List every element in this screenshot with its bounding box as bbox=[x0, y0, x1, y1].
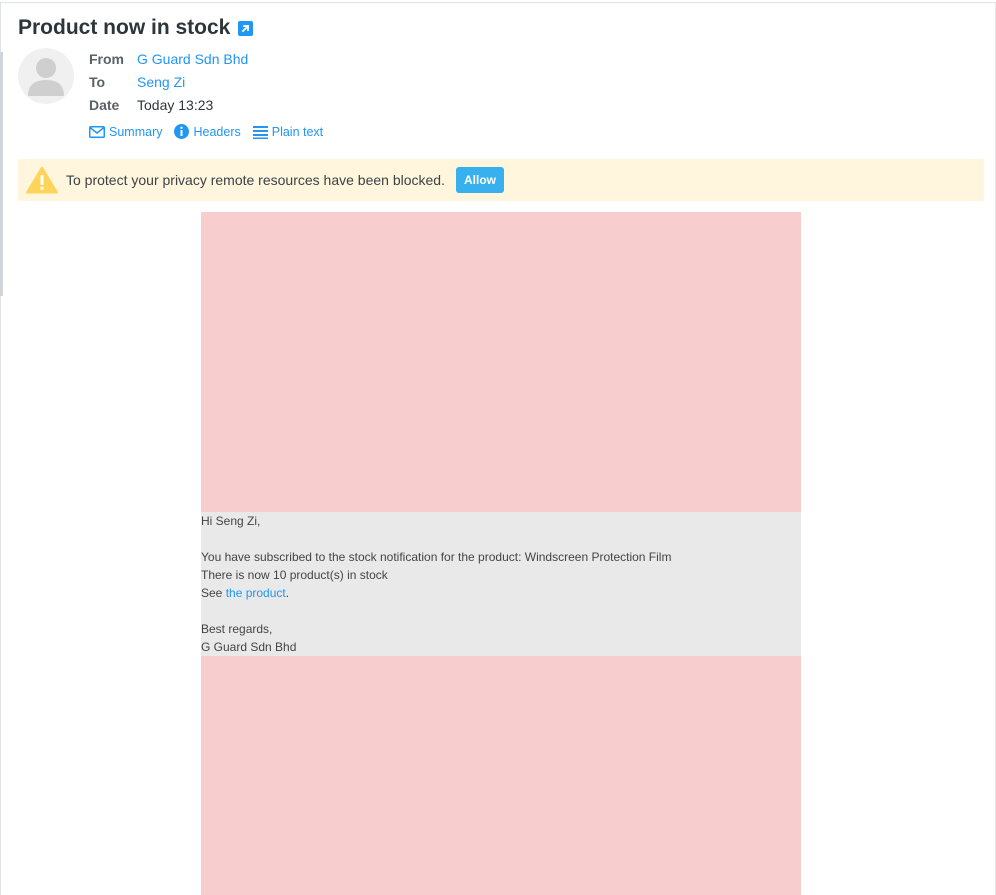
lines-icon bbox=[252, 125, 268, 139]
from-row: From G Guard Sdn Bhd bbox=[89, 51, 248, 67]
plain-text-label: Plain text bbox=[271, 124, 324, 139]
remote-resources-warning: To protect your privacy remote resources… bbox=[18, 159, 984, 201]
signature-line: G Guard Sdn Bhd bbox=[201, 640, 297, 654]
regards-line: Best regards, bbox=[201, 622, 273, 636]
info-icon bbox=[174, 124, 190, 139]
product-link[interactable]: the product bbox=[226, 586, 286, 600]
subject-row: Product now in stock bbox=[18, 16, 254, 40]
to-recipient-link[interactable]: Seng Zi bbox=[137, 74, 185, 90]
to-label: To bbox=[89, 74, 106, 90]
view-links: Summary Headers Plain text bbox=[89, 124, 335, 139]
warning-message: To protect your privacy remote resources… bbox=[66, 172, 445, 188]
summary-link[interactable]: Summary bbox=[89, 124, 162, 139]
subscription-line: You have subscribed to the stock notific… bbox=[201, 550, 672, 564]
headers-link[interactable]: Headers bbox=[174, 124, 241, 139]
greeting-line: Hi Seng Zi, bbox=[201, 514, 261, 528]
blocked-image-top bbox=[201, 212, 801, 512]
date-value: Today 13:23 bbox=[137, 97, 214, 113]
from-sender-link[interactable]: G Guard Sdn Bhd bbox=[137, 51, 248, 67]
from-label: From bbox=[89, 51, 124, 67]
see-prefix: See bbox=[201, 586, 226, 600]
stock-line: There is now 10 product(s) in stock bbox=[201, 568, 388, 582]
external-link-icon[interactable] bbox=[238, 20, 254, 36]
left-splitter-handle[interactable] bbox=[0, 52, 3, 296]
see-suffix: . bbox=[285, 586, 290, 600]
date-row: Date Today 13:23 bbox=[89, 97, 213, 113]
blocked-image-bottom bbox=[201, 656, 801, 895]
top-border bbox=[0, 2, 996, 3]
headers-label: Headers bbox=[193, 124, 241, 139]
summary-label: Summary bbox=[109, 124, 163, 139]
plain-text-link[interactable]: Plain text bbox=[252, 124, 324, 139]
allow-remote-button[interactable]: Allow bbox=[455, 167, 504, 193]
to-row: To Seng Zi bbox=[89, 74, 185, 90]
envelope-icon bbox=[89, 125, 105, 138]
message-subject: Product now in stock bbox=[18, 16, 231, 39]
email-body: Hi Seng Zi, You have subscribed to the s… bbox=[201, 512, 801, 656]
warning-triangle-icon bbox=[26, 166, 58, 194]
date-label: Date bbox=[89, 97, 120, 113]
see-product-line: See the product. bbox=[201, 584, 801, 602]
user-avatar-icon bbox=[18, 48, 74, 104]
